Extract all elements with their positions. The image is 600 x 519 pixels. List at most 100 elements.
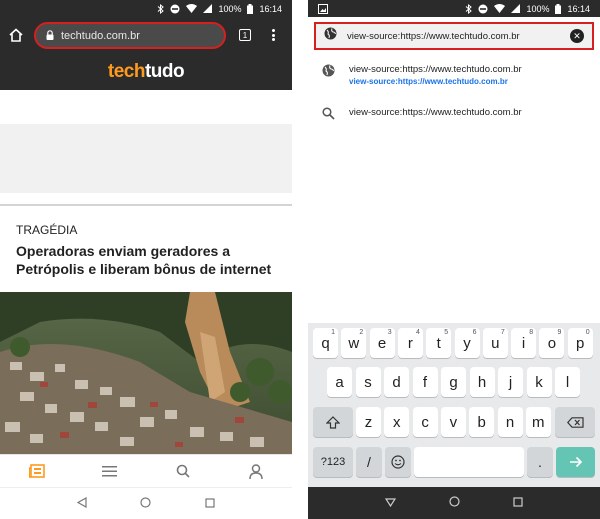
enter-key[interactable]: [556, 447, 595, 477]
omnibox-input[interactable]: view-source:https://www.techtudo.com.br …: [314, 22, 594, 50]
key-r[interactable]: r4: [397, 328, 423, 358]
tab-switcher-button[interactable]: 1: [239, 29, 251, 41]
dnd-icon: [478, 4, 488, 14]
signal-icon: [511, 4, 521, 13]
key-c[interactable]: c: [412, 407, 438, 437]
ad-placeholder: [0, 124, 292, 193]
symbols-key[interactable]: ?123: [313, 447, 353, 477]
key-j[interactable]: j: [498, 367, 523, 397]
browser-chrome: 100% 16:14 techtudo.com.br 1 techtudo: [0, 0, 292, 90]
gallery-notification-icon: [318, 3, 328, 14]
menu-icon[interactable]: [101, 462, 119, 480]
article-headline[interactable]: Operadoras enviam geradores a Petrópolis…: [16, 242, 278, 278]
clock: 16:14: [259, 3, 282, 14]
globe-icon: [324, 27, 337, 45]
recents-icon[interactable]: [513, 494, 523, 512]
back-icon[interactable]: [76, 495, 87, 513]
system-nav-bar: [308, 487, 600, 519]
wifi-icon: [494, 4, 506, 13]
left-screen: 100% 16:14 techtudo.com.br 1 techtudo TR…: [0, 0, 292, 519]
spacebar[interactable]: [414, 447, 524, 477]
suggestion-item[interactable]: view-source:https://www.techtudo.com.br …: [322, 64, 522, 86]
key-hint: 1: [331, 329, 335, 336]
battery-text: 100%: [218, 3, 242, 14]
key-hint: 7: [500, 329, 505, 336]
key-hint: 9: [557, 329, 562, 336]
globe-icon: [322, 64, 335, 82]
key-p[interactable]: p0: [567, 328, 593, 358]
bluetooth-icon: [465, 3, 473, 14]
search-icon[interactable]: [174, 462, 192, 480]
key-hint: 0: [585, 329, 590, 336]
section-divider: [0, 204, 292, 206]
key-e[interactable]: e3: [369, 328, 395, 358]
signal-icon: [203, 4, 213, 13]
key-w[interactable]: w2: [341, 328, 367, 358]
bluetooth-icon: [157, 3, 165, 14]
key-n[interactable]: n: [497, 407, 523, 437]
battery-text: 100%: [526, 3, 550, 14]
period-key[interactable]: .: [527, 447, 553, 477]
article-kicker: TRAGÉDIA: [16, 223, 78, 237]
backspace-key[interactable]: [555, 407, 595, 437]
slash-key[interactable]: /: [356, 447, 382, 477]
lock-icon: [46, 27, 54, 45]
keyboard-row-2: asdfghjkl: [308, 367, 600, 397]
key-b[interactable]: b: [469, 407, 495, 437]
search-icon: [322, 107, 335, 125]
key-h[interactable]: h: [469, 367, 495, 397]
key-i[interactable]: i8: [511, 328, 537, 358]
key-l[interactable]: l: [555, 367, 580, 397]
right-screen: 100% 16:14 view-source:https://www.techt…: [308, 0, 600, 519]
key-a[interactable]: a: [327, 367, 352, 397]
key-hint: 3: [387, 329, 392, 336]
wifi-icon: [186, 4, 198, 13]
suggestion-text: view-source:https://www.techtudo.com.br: [349, 107, 522, 118]
profile-icon[interactable]: [247, 462, 265, 480]
key-hint: 6: [472, 329, 477, 336]
url-text: techtudo.com.br: [61, 29, 140, 42]
key-hint: 4: [415, 329, 420, 336]
key-m[interactable]: m: [525, 407, 551, 437]
key-d[interactable]: d: [384, 367, 409, 397]
key-hint: 2: [359, 329, 364, 336]
address-bar[interactable]: techtudo.com.br: [34, 22, 226, 49]
site-bottom-nav: [0, 454, 292, 487]
back-icon[interactable]: [384, 494, 396, 512]
key-k[interactable]: k: [526, 367, 552, 397]
status-bar: 100% 16:14: [308, 0, 600, 17]
key-g[interactable]: g: [441, 367, 466, 397]
dnd-icon: [170, 4, 180, 14]
key-u[interactable]: u7: [482, 328, 508, 358]
home-icon[interactable]: [8, 27, 24, 43]
soft-keyboard: q1w2e3r4t5y6u7i8o9p0 asdfghjkl zxcvbnm ?…: [308, 323, 600, 487]
key-x[interactable]: x: [384, 407, 410, 437]
overflow-menu-icon[interactable]: [268, 27, 278, 43]
key-z[interactable]: z: [356, 407, 381, 437]
key-t[interactable]: t5: [426, 328, 452, 358]
home-nav-icon[interactable]: [140, 495, 152, 513]
article-photo[interactable]: [0, 292, 292, 454]
battery-icon: [247, 3, 254, 14]
recents-icon[interactable]: [205, 495, 215, 513]
suggestion-url: view-source:https://www.techtudo.com.br: [349, 77, 508, 86]
suggestion-text: view-source:https://www.techtudo.com.br: [349, 64, 522, 75]
suggestion-item[interactable]: view-source:https://www.techtudo.com.br: [322, 107, 522, 125]
key-f[interactable]: f: [412, 367, 438, 397]
home-nav-icon[interactable]: [449, 494, 460, 512]
news-feed-icon[interactable]: [28, 462, 46, 480]
clear-input-icon[interactable]: ✕: [570, 29, 584, 43]
keyboard-row-4: ?123 / .: [308, 447, 600, 477]
keyboard-row-3: zxcvbnm: [308, 407, 600, 437]
key-hint: 8: [529, 329, 534, 336]
key-o[interactable]: o9: [539, 328, 565, 358]
site-logo[interactable]: techtudo: [0, 61, 292, 83]
keyboard-row-1: q1w2e3r4t5y6u7i8o9p0: [308, 328, 600, 358]
key-s[interactable]: s: [355, 367, 381, 397]
system-nav-bar: [0, 487, 292, 519]
key-q[interactable]: q1: [313, 328, 338, 358]
omnibox-text: view-source:https://www.techtudo.com.br: [347, 30, 520, 42]
emoji-key[interactable]: [385, 447, 411, 477]
key-y[interactable]: y6: [454, 328, 480, 358]
key-v[interactable]: v: [440, 407, 466, 437]
